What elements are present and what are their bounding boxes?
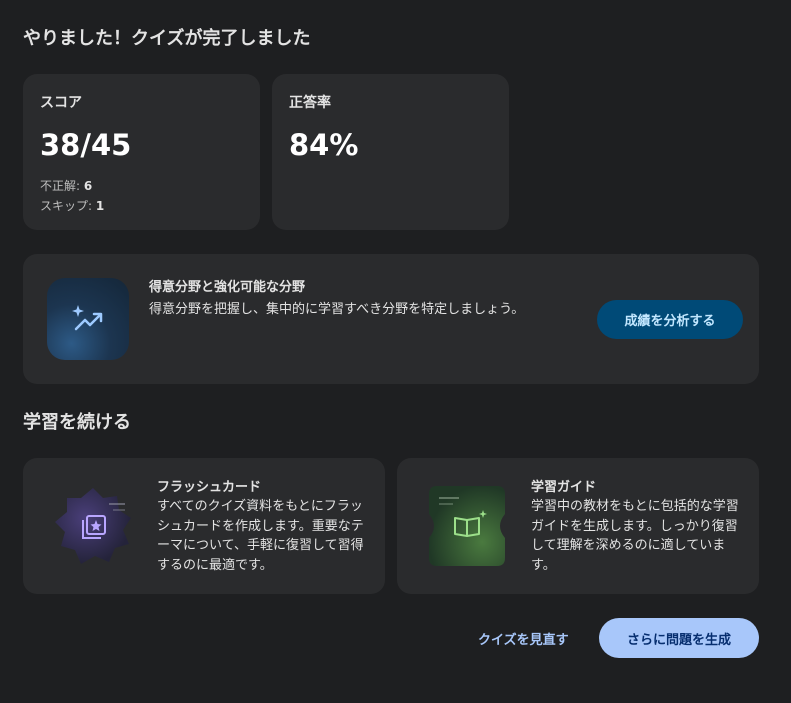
analyze-results-button[interactable]: 成績を分析する [597,300,743,339]
study-guide-title: 学習ガイド [531,480,597,495]
continue-learning-heading: 学習を続ける [23,412,131,433]
study-guide-book-icon [425,484,509,568]
accuracy-label: 正答率 [289,95,331,111]
analysis-description: 得意分野を把握し、集中的に学習すべき分野を特定しましょう。 [149,302,525,317]
analysis-card: 得意分野と強化可能な分野 得意分野を把握し、集中的に学習すべき分野を特定しましょ… [23,254,759,384]
incorrect-count: 不正解: 6 [40,179,93,193]
flashcards-title: フラッシュカード [157,480,262,495]
skipped-count: スキップ: 1 [40,199,105,213]
flashcards-description: すべてのクイズ資料をもとにフラッシュカードを作成します。重要なテーマについて、手… [157,499,364,573]
analysis-title: 得意分野と強化可能な分野 [149,280,306,295]
page-title: やりました！クイズが完了しました [23,28,311,49]
study-guide-description: 学習中の教材をもとに包括的な学習ガイドを生成します。しっかり復習して理解を深める… [531,499,739,573]
score-card: スコア 38/45 不正解: 6 スキップ: 1 [23,74,260,230]
review-quiz-link[interactable]: クイズを見直す [478,629,569,648]
flashcards-icon [51,484,135,568]
study-guide-card[interactable]: 学習ガイド 学習中の教材をもとに包括的な学習ガイドを生成します。しっかり復習して… [397,458,759,594]
accuracy-value: 84% [289,128,359,162]
sparkle-trending-up-icon [47,278,129,360]
score-value: 38/45 [40,128,132,162]
accuracy-card: 正答率 84% [272,74,509,230]
flashcards-card[interactable]: フラッシュカード すべてのクイズ資料をもとにフラッシュカードを作成します。重要な… [23,458,385,594]
generate-more-questions-button[interactable]: さらに問題を生成 [599,618,759,658]
score-label: スコア [40,95,82,111]
